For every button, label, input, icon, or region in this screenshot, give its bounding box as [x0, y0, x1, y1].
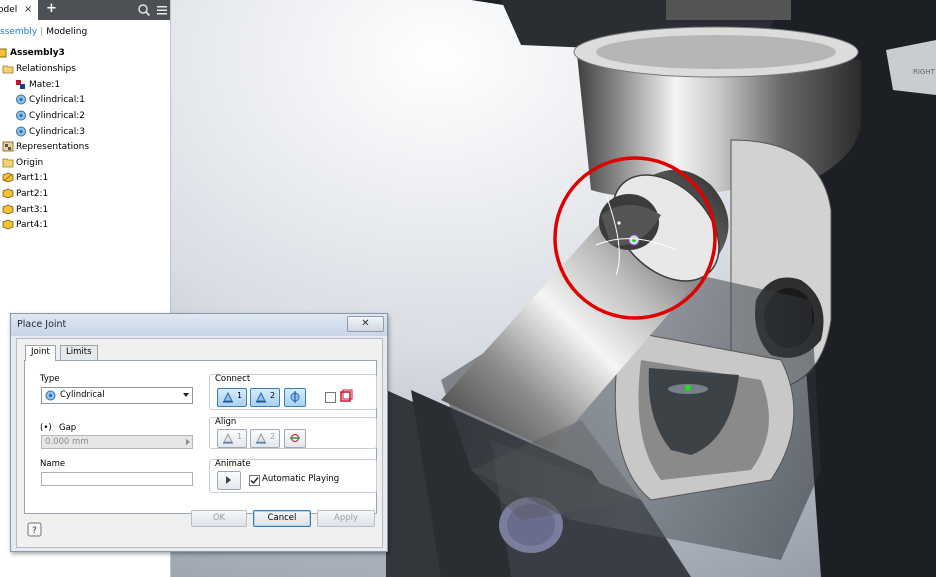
tree-item-label: Origin	[16, 158, 44, 168]
flip-button[interactable]	[284, 388, 306, 407]
tree-item-label: Cylindrical:2	[29, 111, 85, 121]
tree-item-label: Part4:1	[16, 220, 49, 230]
check-icon	[250, 477, 259, 485]
automatic-playing-label: Automatic Playing	[262, 474, 340, 484]
gap-icon: (•)	[40, 423, 52, 433]
cancel-button[interactable]: Cancel	[253, 510, 311, 527]
play-icon	[226, 476, 231, 484]
tree-item-representations[interactable]: Representations	[2, 140, 89, 155]
chevron-right-icon	[186, 439, 190, 445]
mode-modeling[interactable]: Modeling	[46, 27, 87, 37]
align-group: Align 1 2	[209, 417, 377, 449]
align-select-1-button[interactable]: 1	[217, 429, 247, 448]
dialog-title: Place Joint	[17, 319, 67, 330]
tree-item-cylindrical-3[interactable]: Cylindrical:3	[15, 125, 85, 140]
connect-select-2-button[interactable]: 2	[250, 388, 280, 407]
tree-item-label: Cylindrical:3	[29, 127, 85, 137]
tree-item-label: Part2:1	[16, 189, 49, 199]
gap-label: Gap	[59, 423, 77, 433]
align-1-label: 1	[237, 432, 243, 441]
tree-item-part1[interactable]: Part1:1	[2, 171, 48, 186]
connect-2-label: 2	[270, 391, 276, 400]
automatic-playing-checkbox[interactable]	[249, 475, 260, 486]
tree-root-label: Assembly3	[10, 48, 65, 58]
tree-item-cylindrical-2[interactable]: Cylindrical:2	[15, 109, 85, 124]
tree-item-part3[interactable]: Part3:1	[2, 203, 48, 218]
tree-item-cylindrical-1[interactable]: Cylindrical:1	[15, 93, 85, 108]
assembly-icon	[0, 48, 7, 58]
joint-type-select[interactable]: Cylindrical	[41, 387, 193, 404]
part-icon	[2, 188, 14, 199]
tree-item-label: Cylindrical:1	[29, 95, 85, 105]
tab-model[interactable]: odel ×	[0, 0, 38, 20]
align-2-label: 2	[270, 432, 276, 441]
name-label: Name	[40, 459, 66, 469]
type-label: Type	[40, 374, 60, 384]
align-label: Align	[215, 417, 237, 427]
mate-constraint-icon	[16, 80, 25, 89]
tree-item-mate[interactable]: Mate:1	[15, 78, 60, 93]
tree-item-label: Mate:1	[29, 80, 61, 90]
menu-icon[interactable]	[155, 3, 169, 17]
part-icon	[2, 204, 14, 215]
animate-group: Animate Automatic Playing	[209, 459, 377, 493]
lock-icon	[340, 389, 353, 402]
search-icon[interactable]	[137, 3, 151, 17]
ok-button[interactable]: OK	[191, 510, 247, 527]
close-icon: ✕	[361, 318, 370, 329]
tree-item-label: Relationships	[16, 64, 76, 74]
tree-item-relationships[interactable]: Relationships	[2, 62, 76, 77]
joint-type-value: Cylindrical	[60, 390, 105, 400]
help-icon[interactable]: ?	[27, 522, 43, 538]
part-grounded-icon	[2, 172, 14, 183]
cylindrical-joint-icon	[16, 110, 26, 121]
browser-tab-bar: odel × +	[0, 0, 170, 20]
tree-item-label: Part1:1	[16, 173, 49, 183]
folder-open-icon	[2, 65, 14, 74]
apply-button[interactable]: Apply	[317, 510, 375, 527]
cylindrical-joint-icon	[16, 94, 26, 105]
tab-joint[interactable]: Joint	[25, 345, 56, 361]
animate-label: Animate	[215, 459, 251, 469]
name-field[interactable]	[41, 472, 193, 486]
tree-item-part2[interactable]: Part2:1	[2, 187, 48, 202]
gap-value: 0.000 mm	[45, 437, 89, 447]
flip-icon	[290, 391, 300, 403]
chevron-down-icon	[183, 393, 189, 397]
tree-root-assembly[interactable]: Assembly3	[0, 46, 65, 61]
connect-1-label: 1	[237, 391, 243, 400]
tree-item-label: Part3:1	[16, 205, 49, 215]
tree-item-origin[interactable]: Origin	[2, 156, 43, 171]
tab-limits[interactable]: Limits	[60, 345, 98, 360]
cylindrical-joint-icon	[45, 390, 56, 401]
align-select-2-button[interactable]: 2	[250, 429, 280, 448]
svg-text:?: ?	[32, 526, 37, 536]
align-flip-button[interactable]	[284, 429, 306, 448]
connect-select-1-button[interactable]: 1	[217, 388, 247, 407]
close-tab-icon[interactable]: ×	[24, 0, 32, 20]
folder-icon	[2, 158, 14, 168]
add-tab-icon[interactable]: +	[46, 1, 57, 16]
part-icon	[2, 219, 14, 230]
tab-model-label: odel	[0, 5, 18, 15]
tree-item-label: Representations	[16, 142, 90, 152]
viewcube-label[interactable]: RIGHT	[913, 68, 936, 76]
representations-icon	[2, 141, 14, 152]
mode-assembly[interactable]: ssembly	[0, 27, 37, 37]
connect-group: Connect 1 2	[209, 374, 377, 410]
gap-field[interactable]: 0.000 mm	[41, 435, 193, 449]
play-button[interactable]	[217, 471, 241, 490]
close-button[interactable]: ✕	[347, 316, 384, 332]
connect-label: Connect	[215, 374, 251, 384]
tree-item-part4[interactable]: Part4:1	[2, 218, 48, 233]
align-flip-icon	[290, 434, 300, 442]
lock-checkbox[interactable]	[325, 392, 336, 403]
dialog-titlebar[interactable]: Place Joint ✕	[11, 314, 387, 336]
cylindrical-joint-icon	[16, 126, 26, 137]
browser-mode-bar: ssembly | Modeling	[0, 27, 88, 37]
joint-tab-panel: Type Cylindrical (•) Gap 0.000 mm Name C…	[24, 360, 377, 514]
